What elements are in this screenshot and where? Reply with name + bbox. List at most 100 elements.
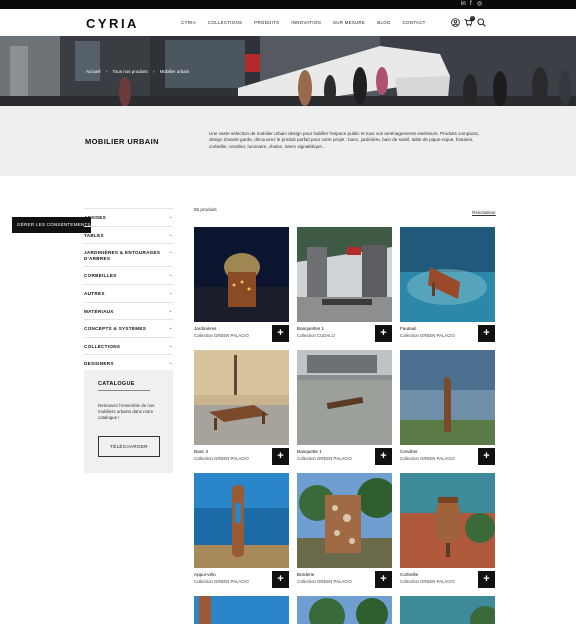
catalog-box: CATALOGUE Retrouvez l'ensemble de nos mo… xyxy=(84,370,173,473)
filter-concepts[interactable]: CONCEPTS & SYSTÈMES ⌄ xyxy=(84,319,173,337)
product-name[interactable]: Borderie xyxy=(297,572,314,577)
cart-count-badge: 0 xyxy=(470,16,475,21)
product-collection: Collection GREEN PALACIO xyxy=(194,333,249,338)
product-name[interactable]: Cendrier xyxy=(400,449,418,454)
breadcrumb-separator: › xyxy=(105,69,108,74)
filter-corbeilles[interactable]: CORBEILLES ⌄ xyxy=(84,266,173,284)
nav-item-collections[interactable]: COLLECTIONS xyxy=(208,20,242,25)
filter-label: COLLECTIONS xyxy=(84,343,121,349)
instagram-icon[interactable]: ◎ xyxy=(477,1,482,8)
product-name[interactable]: Banquette 1 xyxy=(297,449,322,454)
breadcrumb: Accueil › Tous nos produits › Mobilier u… xyxy=(86,69,193,74)
product-collection: Collection GREEN PALACIO xyxy=(194,456,249,461)
linkedin-icon[interactable]: in xyxy=(461,1,466,8)
product-name[interactable]: Appui-vélo xyxy=(194,572,216,577)
site-header: CYRIA CYRIA COLLECTIONS PRODUITS INNOVAT… xyxy=(0,9,576,36)
add-product-button[interactable]: + xyxy=(272,448,289,465)
chevron-down-icon: ⌄ xyxy=(168,272,173,279)
product-card[interactable]: Borderie Collection GREEN PALACIO + xyxy=(297,473,392,588)
nav-item-contact[interactable]: CONTACT xyxy=(403,20,426,25)
chevron-down-icon: ⌄ xyxy=(168,360,173,367)
filter-label: CONCEPTS & SYSTÈMES xyxy=(84,326,147,332)
chevron-down-icon: ⌄ xyxy=(168,249,173,256)
product-image[interactable] xyxy=(194,596,289,624)
breadcrumb-products[interactable]: Tous nos produits xyxy=(112,69,147,74)
search-icon[interactable] xyxy=(477,18,486,27)
chevron-down-icon: ⌄ xyxy=(168,342,173,349)
chevron-down-icon: ⌄ xyxy=(168,289,173,296)
filter-tables[interactable]: TABLES ⌄ xyxy=(84,225,173,244)
product-image[interactable] xyxy=(400,227,495,322)
product-card[interactable]: Appui-vélo Collection GREEN PALACIO + xyxy=(194,473,289,588)
divider xyxy=(98,390,150,391)
product-name[interactable]: Jardinières xyxy=(194,326,216,331)
product-card[interactable]: Banc 2 Collection GREEN PALACIO + xyxy=(194,350,289,465)
product-card[interactable]: Fauteuil Collection GREEN PALACIO + xyxy=(400,227,495,342)
filter-label: MATÉRIAUX xyxy=(84,308,114,314)
filter-autres[interactable]: AUTRES ⌄ xyxy=(84,283,173,302)
product-collection: Collection GREEN PALACIO xyxy=(400,456,455,461)
product-collection: Collection CUDALO xyxy=(297,333,335,338)
product-image[interactable] xyxy=(400,350,495,445)
nav-item-innovation[interactable]: INNOVATION xyxy=(291,20,321,25)
product-card[interactable]: Banquette 1 Collection GREEN PALACIO + xyxy=(297,350,392,465)
filter-materiaux[interactable]: MATÉRIAUX ⌄ xyxy=(84,301,173,320)
add-product-button[interactable]: + xyxy=(478,325,495,342)
page-title: MOBILIER URBAIN xyxy=(85,137,159,146)
product-card[interactable]: Jardinières Collection GREEN PALACIO + xyxy=(194,227,289,342)
chevron-down-icon: ⌄ xyxy=(168,231,173,238)
catalog-text: Retrouvez l'ensemble de nos mobiliers ur… xyxy=(98,403,155,420)
product-image[interactable] xyxy=(194,473,289,568)
filter-label: CORBEILLES xyxy=(84,273,117,279)
add-product-button[interactable]: + xyxy=(375,448,392,465)
nav-item-produits[interactable]: PRODUITS xyxy=(254,20,279,25)
product-image[interactable] xyxy=(400,596,495,624)
product-image[interactable] xyxy=(194,350,289,445)
product-image[interactable] xyxy=(297,350,392,445)
nav-item-blog[interactable]: BLOG xyxy=(377,20,390,25)
reset-filters-link[interactable]: Réinitialiser xyxy=(472,210,496,215)
user-icon[interactable] xyxy=(451,18,460,27)
breadcrumb-home[interactable]: Accueil xyxy=(86,69,101,74)
top-bar: in f ◎ xyxy=(0,0,576,9)
product-image[interactable] xyxy=(297,473,392,568)
product-collection: Collection GREEN PALACIO xyxy=(194,579,249,584)
products-count: 85 produits xyxy=(194,207,217,212)
filter-collections[interactable]: COLLECTIONS ⌄ xyxy=(84,336,173,355)
product-image[interactable] xyxy=(400,473,495,568)
chevron-down-icon: ⌄ xyxy=(168,214,173,220)
add-product-button[interactable]: + xyxy=(272,325,289,342)
product-name[interactable]: Banquettes 1 xyxy=(297,326,324,331)
breadcrumb-separator: › xyxy=(153,69,155,74)
product-card[interactable]: Corbeille Collection GREEN PALACIO + xyxy=(400,473,495,588)
product-image[interactable] xyxy=(297,596,392,624)
product-name[interactable]: Fauteuil xyxy=(400,326,416,331)
add-product-button[interactable]: + xyxy=(375,325,392,342)
product-image[interactable] xyxy=(194,227,289,322)
product-card[interactable]: Cendrier Collection GREEN PALACIO + xyxy=(400,350,495,465)
product-card[interactable]: Banquettes 1 Collection CUDALO + xyxy=(297,227,392,342)
download-catalog-button[interactable]: TÉLÉCHARGER xyxy=(98,436,160,457)
consent-manager-button[interactable]: GÉRER LES CONSENTEMENTS xyxy=(12,217,91,233)
main-nav: CYRIA COLLECTIONS PRODUITS INNOVATION SU… xyxy=(181,20,438,25)
product-name[interactable]: Corbeille xyxy=(400,572,418,577)
filter-label: AUTRES xyxy=(84,290,105,296)
nav-item-sur-mesure[interactable]: SUR MESURE xyxy=(333,20,365,25)
filter-label: DESIGNERS xyxy=(84,361,114,367)
filter-label: TABLES xyxy=(84,232,104,238)
nav-item-cyria[interactable]: CYRIA xyxy=(181,20,196,25)
product-name[interactable]: Banc 2 xyxy=(194,449,208,454)
filter-assises[interactable]: ASSISES ⌄ xyxy=(84,208,173,226)
category-description: Une vaste sélection de mobilier urbain d… xyxy=(209,131,480,149)
product-image[interactable] xyxy=(297,227,392,322)
add-product-button[interactable]: + xyxy=(478,448,495,465)
site-logo[interactable]: CYRIA xyxy=(86,16,139,31)
add-product-button[interactable]: + xyxy=(478,571,495,588)
filter-label: ASSISES xyxy=(84,215,107,220)
filter-jardinieres[interactable]: JARDINIÈRES & ENTOURAGES D'ARBRES ⌄ xyxy=(84,243,173,266)
facebook-icon[interactable]: f xyxy=(470,1,472,8)
hero-banner: Accueil › Tous nos produits › Mobilier u… xyxy=(0,36,576,106)
add-product-button[interactable]: + xyxy=(272,571,289,588)
breadcrumb-current: Mobilier urbain xyxy=(159,69,190,74)
add-product-button[interactable]: + xyxy=(375,571,392,588)
